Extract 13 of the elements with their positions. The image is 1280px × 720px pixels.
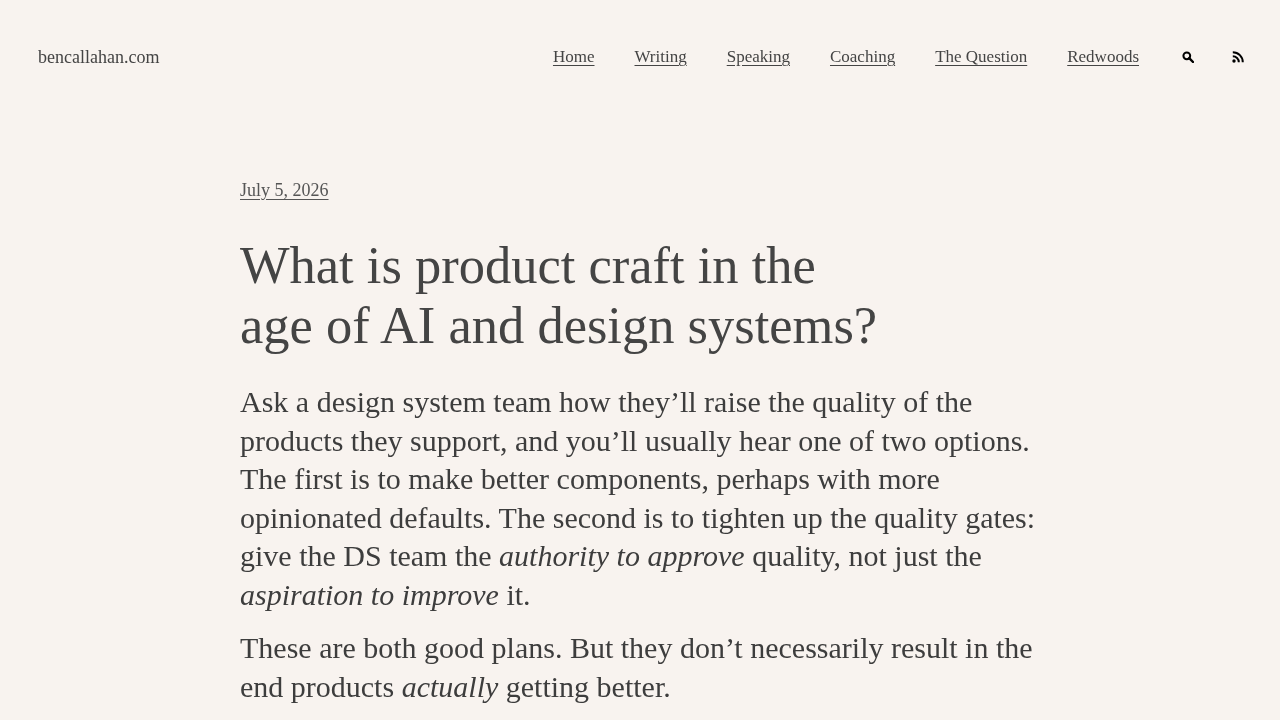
rss-icon[interactable] <box>1232 51 1244 63</box>
post-title: What is product craft in the age of AI and design systems? <box>240 235 879 355</box>
search-icon[interactable] <box>1182 51 1194 63</box>
nav-link[interactable]: The Question <box>935 47 1028 67</box>
nav-link[interactable]: Home <box>552 47 595 67</box>
site-title-link[interactable]: bencallahan.com <box>38 46 160 68</box>
post-date-link[interactable]: July 5, 2026 <box>240 180 329 201</box>
nav-link[interactable]: Coaching <box>830 47 896 67</box>
nav-link[interactable]: Redwoods <box>1067 47 1139 67</box>
nav-link[interactable]: Writing <box>634 47 687 67</box>
nav-link[interactable]: Speaking <box>726 47 790 67</box>
body-paragraph: These are both good plans. But they don’t necessarily result in the end products actually getting better. <box>240 630 1034 705</box>
body-paragraph: Ask a design system team how they’ll raise the quality of the products they support, and you’ll usually hear one of two options. The first is to make better components, perhaps with more opinionated defaults. The second is to tighten up the quality gates: give the DS team the authority to approve quality, not just the aspiration to improve it. <box>240 384 1037 613</box>
